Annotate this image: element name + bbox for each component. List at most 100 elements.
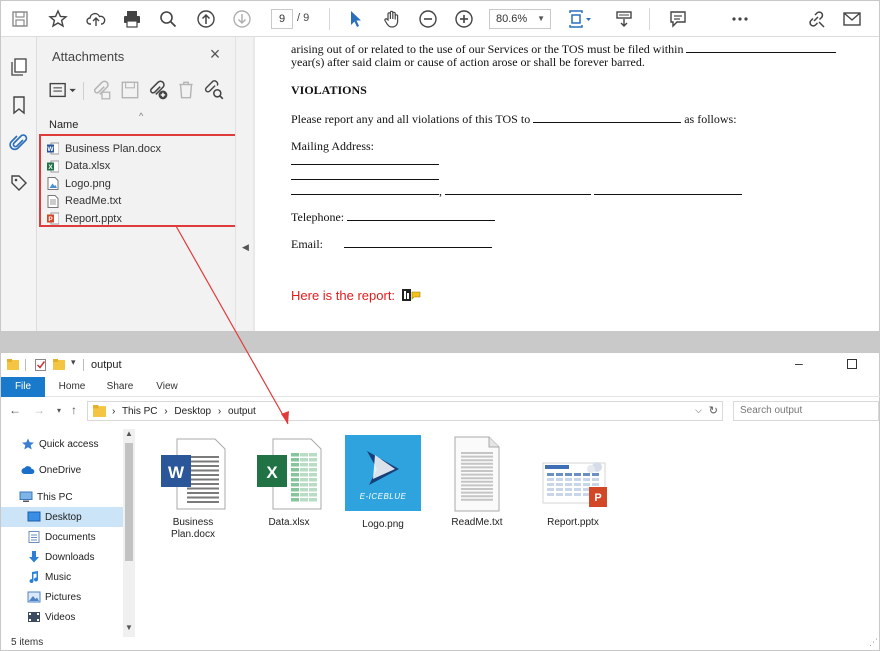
section-heading: VIOLATIONS	[291, 83, 367, 97]
nav-item-downloads[interactable]: Downloads	[1, 547, 123, 567]
navigation-scrollbar[interactable]: ▲ ▼	[123, 429, 135, 637]
blank-line-row: ,	[291, 183, 742, 199]
open-attachment-icon[interactable]	[91, 79, 113, 101]
zoom-level-select[interactable]: 80.6% ▼	[489, 9, 551, 29]
attachment-item[interactable]: W Business Plan.docx	[47, 140, 161, 157]
address-bar[interactable]: › This PC › Desktop › output ⌵ ↻	[87, 401, 723, 421]
pages-icon[interactable]	[9, 57, 29, 77]
file-explorer-window: ▾ output – File Home Share View ← → ▾ ↑ …	[0, 352, 880, 651]
breadcrumb-desktop[interactable]: Desktop	[174, 406, 211, 417]
forward-arrow-icon[interactable]: →	[33, 403, 45, 417]
page-total-label: / 9	[297, 12, 310, 24]
search-input[interactable]: Search output	[733, 401, 879, 421]
more-options-icon[interactable]	[727, 6, 753, 32]
upload-cloud-icon[interactable]	[83, 6, 109, 32]
scrollbar-thumb[interactable]	[125, 443, 133, 561]
page-number-input[interactable]: 9	[271, 9, 293, 29]
star-icon	[21, 438, 35, 450]
folder-icon	[7, 359, 19, 370]
scroll-mode-icon[interactable]	[611, 6, 637, 32]
document-line: Email:	[291, 236, 492, 252]
save-icon[interactable]	[7, 6, 33, 32]
attachment-item[interactable]: Logo.png	[47, 175, 111, 192]
attachment-item[interactable]: P Report.pptx	[47, 210, 122, 227]
bookmark-star-icon[interactable]	[45, 6, 71, 32]
attachment-item-label: Business Plan.docx	[65, 142, 161, 155]
document-text: arising out of or related to the use of …	[291, 42, 684, 56]
scroll-up-icon[interactable]: ▲	[125, 429, 133, 438]
txt-file-icon	[47, 194, 59, 208]
save-attachment-icon[interactable]	[119, 79, 141, 101]
attachment-item[interactable]: ReadMe.txt	[47, 193, 121, 210]
scroll-down-icon[interactable]: ▼	[125, 623, 133, 632]
maximize-icon[interactable]	[847, 359, 857, 369]
nav-item-quick-access[interactable]: Quick access	[1, 434, 123, 454]
share-link-icon[interactable]	[803, 6, 829, 32]
zoom-in-icon[interactable]	[451, 6, 477, 32]
previous-page-icon[interactable]	[193, 6, 219, 32]
chevron-down-icon[interactable]: ⌵	[695, 405, 702, 416]
panel-splitter[interactable]: ◀	[235, 37, 253, 331]
select-cursor-icon[interactable]	[343, 6, 369, 32]
nav-item-label: Pictures	[45, 591, 82, 603]
search-attachment-icon[interactable]	[203, 79, 225, 101]
chevron-down-icon: ▼	[537, 14, 545, 23]
tab-home[interactable]: Home	[53, 377, 91, 397]
bookmarks-icon[interactable]	[9, 95, 29, 115]
file-tile[interactable]: P Report.pptx	[531, 433, 615, 529]
nav-item-this-pc[interactable]: This PC	[1, 487, 123, 507]
file-content-area: W Business Plan.docx X Data.xlsx E-ICEBLUE Lo…	[135, 429, 879, 637]
delete-trash-icon[interactable]	[175, 79, 197, 101]
new-folder-icon[interactable]	[53, 358, 65, 371]
file-tile[interactable]: W Business Plan.docx	[151, 433, 235, 541]
zoom-out-icon[interactable]	[415, 6, 441, 32]
toolbar-divider	[25, 359, 26, 371]
recent-locations-icon[interactable]: ▾	[57, 406, 61, 415]
minimize-icon[interactable]: –	[795, 356, 809, 370]
nav-item-label: Documents	[45, 531, 96, 543]
hand-tool-icon[interactable]	[379, 6, 405, 32]
zoom-search-icon[interactable]	[155, 6, 181, 32]
file-tile[interactable]: E-ICEBLUE Logo.png	[341, 433, 425, 531]
resize-grip-icon[interactable]: ⋰	[869, 637, 878, 648]
comment-icon[interactable]	[665, 6, 691, 32]
document-view[interactable]: arising out of or related to the use of …	[253, 37, 879, 331]
status-item-count: 5 items	[11, 637, 44, 648]
file-tile[interactable]: X Data.xlsx	[247, 433, 331, 529]
file-tile[interactable]: ReadMe.txt	[435, 433, 519, 529]
next-page-icon[interactable]	[229, 6, 255, 32]
collapse-panel-icon[interactable]: ◀	[242, 242, 249, 253]
back-arrow-icon[interactable]: ←	[9, 403, 21, 417]
nav-item-documents[interactable]: Documents	[1, 527, 123, 547]
nav-item-music[interactable]: Music	[1, 567, 123, 587]
document-page: arising out of or related to the use of …	[255, 37, 879, 331]
tab-share[interactable]: Share	[101, 377, 139, 397]
options-menu-icon[interactable]	[47, 79, 79, 101]
close-icon[interactable]: ×	[207, 45, 223, 63]
logo-thumbnail-text: E-ICEBLUE	[359, 492, 407, 501]
properties-check-icon[interactable]	[35, 358, 47, 371]
print-icon[interactable]	[119, 6, 145, 32]
refresh-icon[interactable]: ↻	[709, 404, 718, 417]
attachment-item-label: ReadMe.txt	[65, 195, 122, 207]
telephone-label: Telephone:	[291, 210, 345, 224]
tab-file[interactable]: File	[1, 377, 45, 397]
add-attachment-icon[interactable]	[147, 79, 169, 101]
attachments-paperclip-icon[interactable]	[9, 133, 29, 153]
attachment-item[interactable]: X Data.xlsx	[47, 158, 110, 175]
file-attachment-annotation-icon[interactable]	[401, 287, 423, 303]
nav-item-videos[interactable]: Videos	[1, 607, 123, 627]
breadcrumb-this-pc[interactable]: This PC	[122, 406, 158, 417]
up-arrow-icon[interactable]: ↑	[71, 403, 77, 417]
nav-item-pictures[interactable]: Pictures	[1, 587, 123, 607]
nav-item-desktop[interactable]: Desktop	[1, 507, 123, 527]
tab-view[interactable]: View	[149, 377, 185, 397]
tag-icon[interactable]	[9, 173, 29, 193]
email-icon[interactable]	[839, 6, 865, 32]
nav-item-label: Downloads	[45, 551, 95, 563]
breadcrumb-output[interactable]: output	[228, 406, 256, 417]
nav-item-onedrive[interactable]: OneDrive	[1, 460, 123, 480]
customize-toolbar-icon[interactable]: ▾	[71, 357, 76, 368]
fit-page-icon[interactable]	[563, 6, 597, 32]
name-column-header[interactable]: Name	[49, 119, 78, 131]
